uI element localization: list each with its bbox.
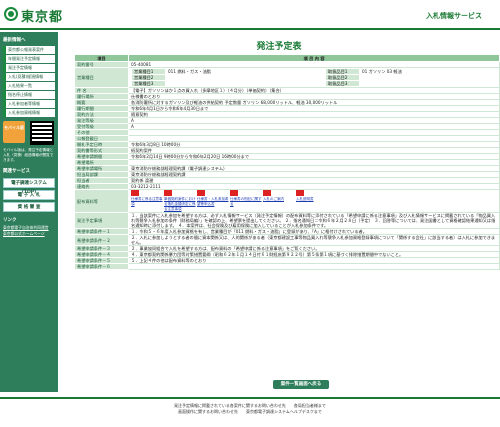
pdf-icon [263, 190, 271, 196]
sidebar: 最新情報へ 東京都公報発表案件 年間発注予定情報 発注予定情報 入札(見積)経過… [0, 32, 58, 392]
row-value: １．当該案件に入札参加を希望する方は、必ず入札情報サービス（発注予定情報）の配布… [128, 212, 500, 229]
page-title: 発注予定表 [256, 42, 302, 52]
site-logo[interactable]: 東京都 [21, 6, 63, 25]
row-value: 仕様書に係る注意事項 単価契約案件における落札金額決定に係る注意事項 仕様書・入札参… [128, 189, 500, 213]
sidebar-item-qualification[interactable]: 入札参加資格情報 [3, 109, 55, 117]
sidebar-item-results[interactable]: 入札結果一覧 [3, 82, 55, 90]
attachment-link[interactable]: 仕様書に係る注意事項 [131, 190, 163, 207]
site-header: 東京都 入札情報サービス [0, 0, 500, 30]
row-value: ２．入札に参加しようとする者の間に資本関係又は、人的関係がある者（東京都建設工事… [128, 234, 500, 246]
attachment-label: 仕様書の別記に関する [230, 197, 262, 206]
row-label: 発注予定事項 [74, 212, 129, 229]
attachment-link[interactable]: 入札のご案内 [263, 190, 295, 202]
attachment-label: 入札のご案内 [263, 197, 284, 201]
sub-label: 取扱品目3 [325, 80, 360, 87]
attachment-label: 仕様書に係る注意事項 [131, 197, 163, 206]
pdf-icon [164, 190, 172, 196]
attachment-link[interactable]: 入札説明書 [296, 190, 328, 202]
sub-value [165, 80, 326, 87]
table-row: 営業種目 営業種目1 011 燃料・ガス・油脂 取扱品目1 01 ガソリン 03 軽油営… [74, 67, 500, 88]
pdf-icon [131, 190, 139, 196]
sidebar-item-progress[interactable]: 入札(見積)経過情報 [3, 73, 55, 81]
back-to-list-button[interactable]: 案件一覧画面へ戻る [273, 380, 329, 389]
main-content: 発注予定表 項目項 目 内 容契約番号 05-40081 営業種目 営業種目1 011 … [58, 32, 500, 392]
attachment-link[interactable]: 単価契約案件における落札金額決定に係る注意事項 [164, 190, 196, 212]
attachment-label: 仕様書・入札参加希望等申込書 [197, 197, 229, 206]
sub-value [359, 80, 497, 87]
row-label: 配布資料等 [74, 189, 129, 213]
tokyo-logo-icon[interactable] [4, 7, 18, 21]
sidebar-item-participants[interactable]: 入札参加者等情報 [3, 100, 55, 108]
qr-code-icon [30, 121, 54, 145]
qualification-review-button[interactable]: 資 格 審 査 [3, 202, 55, 212]
pdf-icon [296, 190, 304, 196]
service-title: 入札情報サービス [426, 12, 482, 20]
sub-label: 営業種目3 [131, 80, 166, 87]
attachment-label: 入札説明書 [296, 197, 314, 201]
e-bidding-button[interactable]: 電 子 入 札 [3, 190, 55, 200]
sidebar-item-schedule[interactable]: 発注予定情報 [3, 64, 55, 72]
pdf-icon [230, 190, 238, 196]
sidebar-item-annual[interactable]: 年間発注予定情報 [3, 55, 55, 63]
footer-line-2: 画面操作に関するお問い合わせ先 東京都電子調達システムヘルプデスクまで [178, 409, 322, 414]
sidebar-section-latest: 最新情報へ [3, 38, 26, 43]
sidebar-section-related: 関連サービス [3, 169, 30, 174]
row-label: 希望申請条件－２ [74, 234, 129, 246]
sidebar-section-links: リンク [3, 218, 17, 223]
table-row: 配布資料等 仕様書に係る注意事項 単価契約案件における落札金額決定に係る注意事項 仕様… [74, 189, 500, 213]
table-row: 発注予定事項 １．当該案件に入札参加を希望する方は、必ず入札情報サービス（発注予定… [74, 212, 500, 229]
attachment-link[interactable]: 仕様書の別記に関する [230, 190, 262, 207]
link-tokyo-official[interactable]: 東京都公式ホームページ [0, 231, 58, 237]
table-row: 希望申請条件－６ [74, 263, 500, 270]
attachment-label: 単価契約案件における落札金額決定に係る注意事項 [164, 197, 196, 211]
column-header-content: 項 目 内 容 [128, 54, 500, 62]
table-row: 希望申請条件－２ ２．入札に参加しようとする者の間に資本関係又は、人的関係がある者… [74, 234, 500, 246]
pdf-icon [197, 190, 205, 196]
row-value: 営業種目1 011 燃料・ガス・油脂 取扱品目1 01 ガソリン 03 軽油 営業種目2… [128, 67, 500, 88]
order-schedule-table: 項目項 目 内 容契約番号 05-40081 営業種目 営業種目1 011 燃料・ガス・… [74, 54, 500, 270]
row-label: 希望申請条件－６ [74, 263, 129, 270]
sidebar-item-suspension[interactable]: 指名停止情報 [3, 91, 55, 99]
mobile-version-button[interactable]: モバイル版 [3, 121, 25, 143]
footer: 発注予定情報に掲載されている各案件に関するお問い合わせ先 各局担当者様まで 画面… [0, 397, 500, 427]
row-label: 営業種目 [74, 67, 129, 88]
mobile-note: モバイル版は、発注予定情報と入札（見積）経過情報が閲覧できます。 [3, 148, 54, 162]
column-header-item: 項目 [74, 54, 129, 62]
sidebar-item-koho[interactable]: 東京都公報発表案件 [3, 46, 55, 54]
system-top-button[interactable]: 電子調達システム(TOP) [3, 178, 55, 195]
row-value [128, 263, 500, 270]
attachment-link[interactable]: 仕様書・入札参加希望等申込書 [197, 190, 229, 207]
